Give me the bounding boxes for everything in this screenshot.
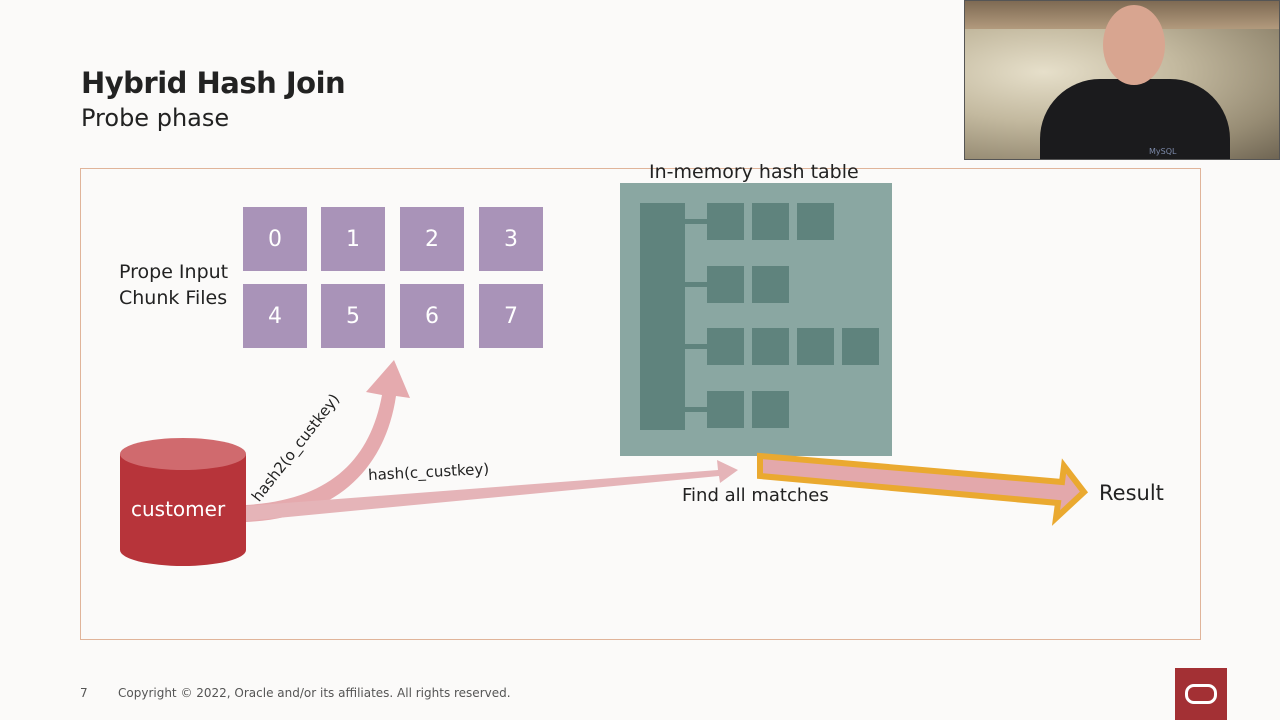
result-label: Result — [1099, 481, 1164, 505]
copyright-notice: Copyright © 2022, Oracle and/or its affi… — [118, 686, 511, 700]
find-matches-label: Find all matches — [682, 485, 829, 506]
shirt-brand: MySQL — [1149, 147, 1177, 156]
presenter-body — [1040, 79, 1230, 159]
oracle-logo-icon — [1175, 668, 1227, 720]
customer-table-label: customer — [131, 497, 226, 521]
presenter-webcam: MySQL — [964, 0, 1280, 160]
presenter-head — [1103, 5, 1165, 85]
page-number: 7 — [80, 686, 88, 700]
